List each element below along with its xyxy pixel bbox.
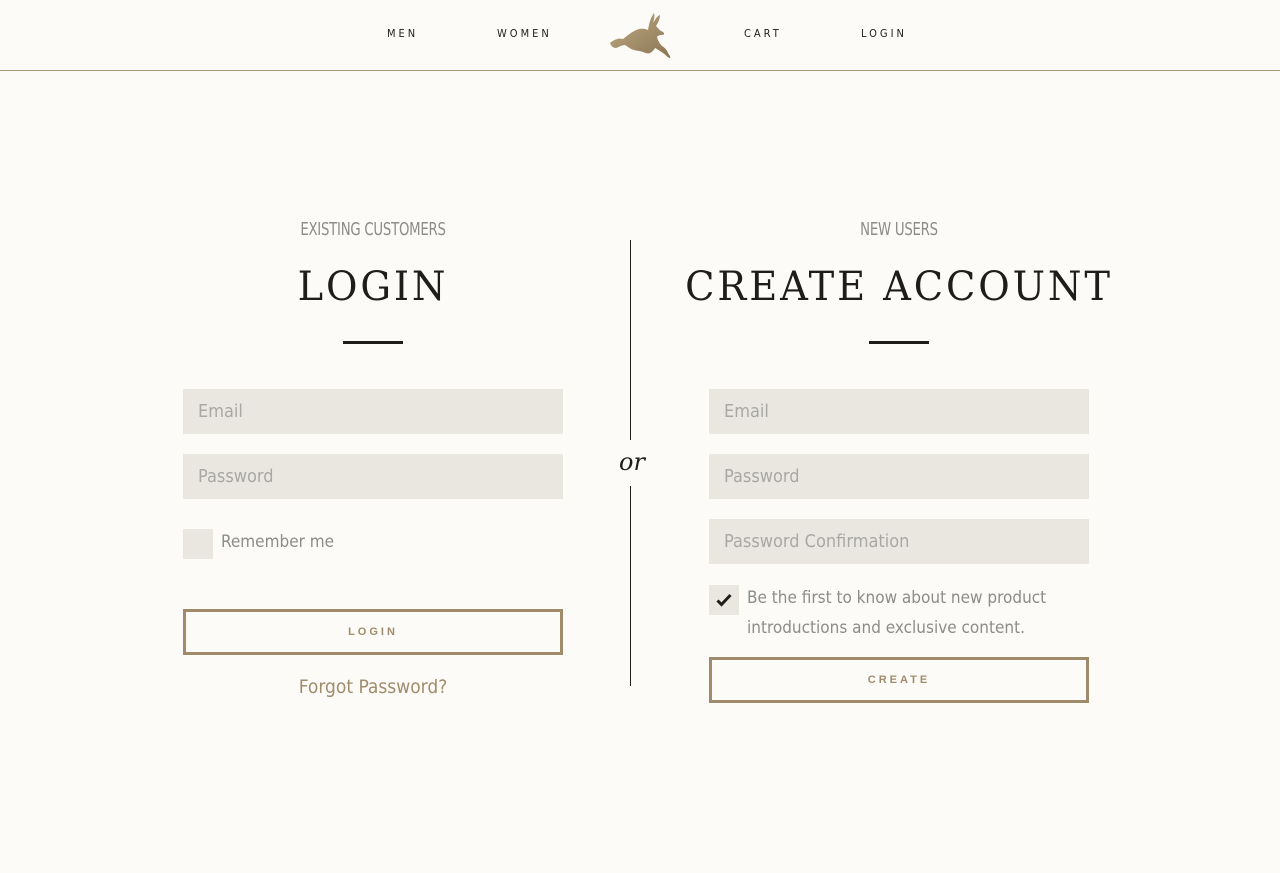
hare-logo-icon[interactable]	[610, 12, 671, 58]
remember-me-label: Remember me	[221, 532, 335, 552]
site-header: MEN WOMEN CART LOGIN	[0, 0, 1280, 71]
nav-women[interactable]: WOMEN	[497, 27, 552, 41]
nav-cart[interactable]: CART	[744, 27, 782, 41]
checkmark-icon	[716, 593, 732, 607]
newsletter-checkbox[interactable]	[709, 585, 739, 615]
create-title: CREATE ACCOUNT	[685, 264, 1113, 310]
create-title-rule	[869, 341, 929, 344]
create-password-input[interactable]	[709, 454, 1089, 499]
forgot-password-link[interactable]: Forgot Password?	[183, 676, 563, 698]
login-title-rule	[343, 341, 403, 344]
nav-men[interactable]: MEN	[387, 27, 418, 41]
remember-me-checkbox[interactable]	[183, 529, 213, 559]
nav-login[interactable]: LOGIN	[861, 27, 907, 41]
create-password-confirm-input[interactable]	[709, 519, 1089, 564]
create-button[interactable]: CREATE	[709, 657, 1089, 703]
login-button[interactable]: LOGIN	[183, 609, 563, 655]
or-separator: or	[619, 448, 645, 476]
create-email-input[interactable]	[709, 389, 1089, 434]
create-eyebrow: NEW USERS	[860, 219, 938, 240]
divider-line-top	[630, 240, 631, 440]
login-eyebrow: EXISTING CUSTOMERS	[300, 219, 446, 240]
login-email-input[interactable]	[183, 389, 563, 434]
newsletter-label: Be the first to know about new product i…	[747, 588, 1047, 638]
login-title: LOGIN	[297, 264, 449, 310]
divider-line-bottom	[630, 486, 631, 686]
login-password-input[interactable]	[183, 454, 563, 499]
